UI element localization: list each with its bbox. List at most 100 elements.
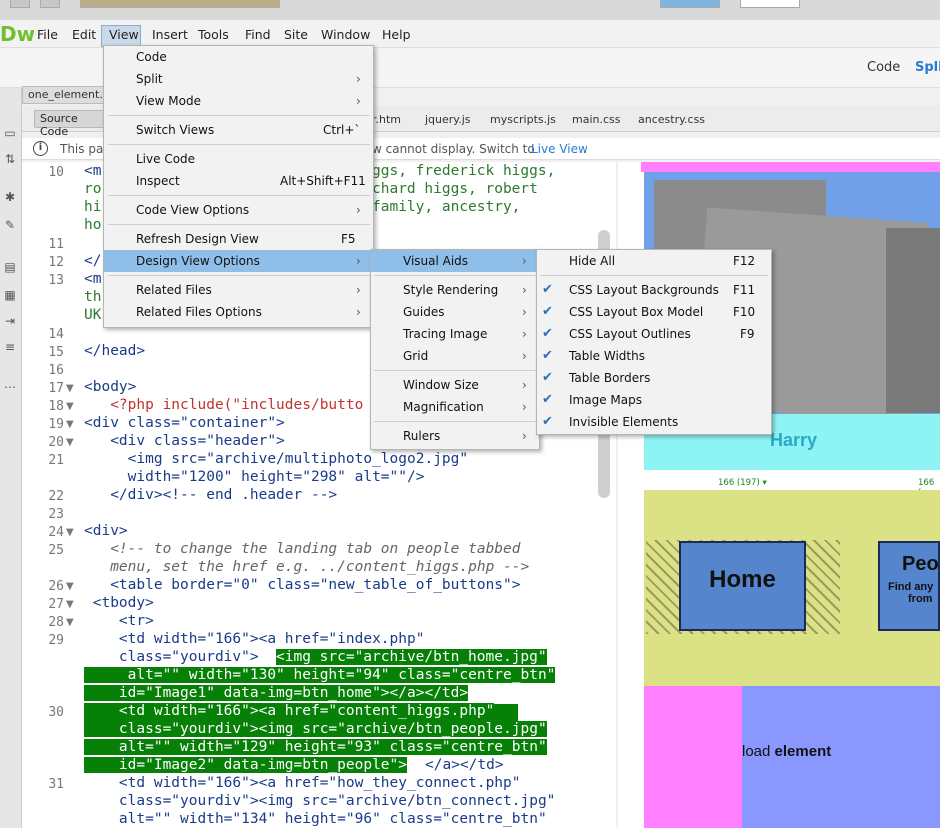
- viewmode-code-button[interactable]: Code: [867, 60, 900, 75]
- menu-item-table-widths[interactable]: Table Widths: [537, 345, 771, 367]
- menu-file[interactable]: File: [37, 27, 58, 42]
- line-number: 16: [48, 363, 64, 378]
- taskbar-item[interactable]: [10, 0, 30, 8]
- fold-arrow-icon[interactable]: ▼: [66, 383, 74, 394]
- menu-item-code[interactable]: Code: [104, 46, 373, 68]
- menu-insert[interactable]: Insert: [152, 27, 188, 42]
- menu-item-design-view-options[interactable]: Design View Options: [104, 250, 373, 272]
- line-number: 10: [48, 165, 64, 180]
- submenu-arrow-icon: ›: [522, 400, 527, 414]
- info-text: .: [583, 142, 587, 156]
- menu-item-related-files[interactable]: Related Files: [104, 279, 373, 301]
- viewmode-split-button[interactable]: Split: [915, 60, 940, 75]
- fold-arrow-icon[interactable]: ▼: [66, 437, 74, 448]
- menu-item-tracing-image[interactable]: Tracing Image: [371, 323, 539, 345]
- taskbar-item[interactable]: [740, 0, 800, 8]
- menu-item-grid[interactable]: Grid: [371, 345, 539, 367]
- menu-shortcut: Alt+Shift+F11: [280, 174, 366, 188]
- line-number: 11: [48, 237, 64, 252]
- menu-item-code-view-options[interactable]: Code View Options: [104, 199, 373, 221]
- line-number: 22: [48, 489, 64, 504]
- menu-separator: [108, 195, 370, 196]
- home-button-image[interactable]: Home: [679, 541, 806, 631]
- people-button-image[interactable]: Peo Find any from: [878, 541, 940, 631]
- sort-icon[interactable]: ⇅: [2, 152, 18, 168]
- menu-edit[interactable]: Edit: [72, 27, 96, 42]
- related-file-tab[interactable]: r.htm: [372, 113, 401, 126]
- menu-site[interactable]: Site: [284, 27, 308, 42]
- indent-icon[interactable]: ⇥: [2, 314, 18, 330]
- menu-item-style-rendering[interactable]: Style Rendering: [371, 279, 539, 301]
- tag-icon[interactable]: ✱: [2, 190, 18, 206]
- more-icon[interactable]: ⋯: [2, 380, 18, 396]
- submenu-arrow-icon: ›: [356, 305, 361, 319]
- menu-item-related-files-options[interactable]: Related Files Options: [104, 301, 373, 323]
- document-tab[interactable]: one_element.h: [22, 86, 106, 104]
- code-line: hi: [84, 199, 102, 215]
- menu-item-visual-aids[interactable]: Visual Aids: [371, 250, 539, 272]
- menu-window[interactable]: Window: [321, 27, 370, 42]
- menu-item-magnification[interactable]: Magnification: [371, 396, 539, 418]
- taskbar-item[interactable]: [660, 0, 720, 8]
- code-line: ggs, frederick higgs,: [372, 163, 556, 179]
- menu-item-rulers[interactable]: Rulers: [371, 425, 539, 447]
- menu-item-window-size[interactable]: Window Size: [371, 374, 539, 396]
- menu-item-view-mode[interactable]: View Mode: [104, 90, 373, 112]
- line-number: 26: [48, 579, 64, 594]
- os-taskbar-top: [0, 0, 940, 20]
- code-comment: menu, set the href e.g. ../content_higgs…: [84, 559, 530, 575]
- related-file-tab[interactable]: main.css: [572, 113, 621, 126]
- fold-arrow-icon[interactable]: ▼: [66, 617, 74, 628]
- comment-icon[interactable]: ▤: [2, 260, 18, 276]
- line-number: 18: [48, 399, 64, 414]
- line-number: 12: [48, 255, 64, 270]
- menu-item-live-code[interactable]: Live Code: [104, 148, 373, 170]
- file-icon[interactable]: ▭: [2, 126, 18, 142]
- menu-separator: [374, 421, 536, 422]
- menu-separator: [374, 275, 536, 276]
- menu-view[interactable]: View: [109, 27, 139, 42]
- source-code-button[interactable]: Source Code: [34, 110, 106, 138]
- photo: [886, 228, 940, 413]
- outdent-icon[interactable]: ≡: [2, 340, 18, 356]
- table-width-label[interactable]: 166 (197) ▾: [718, 478, 767, 488]
- fold-arrow-icon[interactable]: ▼: [66, 581, 74, 592]
- menu-item-refresh-design-view[interactable]: Refresh Design View: [104, 228, 373, 250]
- pen-icon[interactable]: ✎: [2, 218, 18, 234]
- related-file-tab[interactable]: ancestry.css: [638, 113, 705, 126]
- menu-item-guides[interactable]: Guides: [371, 301, 539, 323]
- menu-item-css-layout-outlines[interactable]: CSS Layout Outlines: [537, 323, 771, 345]
- menu-item-split[interactable]: Split: [104, 68, 373, 90]
- fold-arrow-icon[interactable]: ▼: [66, 401, 74, 412]
- snippet-icon[interactable]: ▦: [2, 288, 18, 304]
- code-line: <div class="header">: [84, 433, 285, 449]
- related-file-tab[interactable]: jquery.js: [425, 113, 471, 126]
- menu-separator: [540, 275, 768, 276]
- line-number: 25: [48, 543, 64, 558]
- menu-help[interactable]: Help: [382, 27, 411, 42]
- submenu-arrow-icon: ›: [522, 327, 527, 341]
- code-selection: <td width="166"><a href="content_higgs.p…: [84, 703, 495, 719]
- fold-arrow-icon[interactable]: ▼: [66, 419, 74, 430]
- menu-find[interactable]: Find: [245, 27, 271, 42]
- code-selection: alt="" width="130" height="94" class="ce…: [84, 667, 556, 683]
- live-view-link[interactable]: Live View: [531, 142, 588, 156]
- code-selection: id="Image2" data-img=btn_people">: [84, 757, 408, 773]
- menu-shortcut: F11: [733, 283, 756, 297]
- related-file-tab[interactable]: myscripts.js: [490, 113, 556, 126]
- menu-item-image-maps[interactable]: Image Maps: [537, 389, 771, 411]
- menu-tools[interactable]: Tools: [198, 27, 229, 42]
- fold-arrow-icon[interactable]: ▼: [66, 527, 74, 538]
- menu-shortcut: F12: [733, 254, 756, 268]
- menu-item-table-borders[interactable]: Table Borders: [537, 367, 771, 389]
- submenu-arrow-icon: ›: [522, 429, 527, 443]
- code-line: <tbody>: [84, 595, 154, 611]
- menu-separator: [108, 144, 370, 145]
- menu-item-invisible-elements[interactable]: Invisible Elements: [537, 411, 771, 433]
- submenu-arrow-icon: ›: [522, 283, 527, 297]
- taskbar-item[interactable]: [40, 0, 60, 8]
- code-selection: alt="" width="129" height="93" class="ce…: [84, 739, 547, 755]
- code-line: class="yourdiv">: [84, 649, 259, 665]
- info-icon: i: [33, 141, 48, 156]
- fold-arrow-icon[interactable]: ▼: [66, 599, 74, 610]
